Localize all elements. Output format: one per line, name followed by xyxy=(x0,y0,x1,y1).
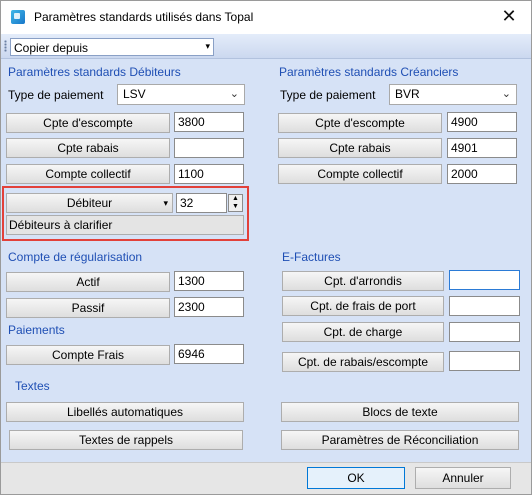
dialog-window: Paramètres standards utilisés dans Topal… xyxy=(0,0,532,495)
title-bar: Paramètres standards utilisés dans Topal… xyxy=(1,1,531,34)
close-icon[interactable]: ✕ xyxy=(492,3,526,31)
debtors-payment-type-value: LSV xyxy=(123,87,146,101)
creditors-collective-account-button[interactable]: Compte collectif xyxy=(278,164,442,184)
spin-up-icon[interactable]: ▲ xyxy=(229,195,242,203)
reconciliation-settings-button[interactable]: Paramètres de Réconciliation xyxy=(281,430,519,450)
creditors-section-title: Paramètres standards Créanciers xyxy=(279,65,459,79)
spin-arrows-icon[interactable]: ▲ ▼ xyxy=(228,194,243,212)
regularisation-liabilities-input[interactable]: 2300 xyxy=(174,297,244,317)
spin-down-icon[interactable]: ▼ xyxy=(229,203,242,211)
debtor-selector-button[interactable]: Débiteur ▾ xyxy=(6,193,173,213)
cancel-button[interactable]: Annuler xyxy=(415,467,511,489)
einvoices-charge-button[interactable]: Cpt. de charge xyxy=(282,322,444,342)
chevron-down-icon: ⌄ xyxy=(501,88,511,100)
creditors-collective-account-input[interactable]: 2000 xyxy=(447,164,517,184)
creditors-payment-type-value: BVR xyxy=(395,87,420,101)
einvoices-rebate-discount-input[interactable] xyxy=(449,351,520,371)
creditors-rebate-account-input[interactable]: 4901 xyxy=(447,138,517,158)
creditors-discount-account-button[interactable]: Cpte d'escompte xyxy=(278,113,442,133)
chevron-down-icon: ▾ xyxy=(205,41,210,51)
debtors-section-title: Paramètres standards Débiteurs xyxy=(8,65,181,79)
reminder-texts-button[interactable]: Textes de rappels xyxy=(9,430,243,450)
chevron-down-icon: ▾ xyxy=(163,198,168,208)
toolbar-grip-icon[interactable] xyxy=(4,40,7,52)
texts-section-title: Textes xyxy=(15,379,50,393)
debtor-number-input[interactable]: 32 xyxy=(176,193,227,213)
debtors-discount-account-button[interactable]: Cpte d'escompte xyxy=(6,113,170,133)
payments-section-title: Paiements xyxy=(8,323,65,337)
regularisation-liabilities-button[interactable]: Passif xyxy=(6,298,170,318)
regularisation-assets-input[interactable]: 1300 xyxy=(174,271,244,291)
creditors-payment-type-select[interactable]: BVR ⌄ xyxy=(389,84,517,105)
payments-fee-account-button[interactable]: Compte Frais xyxy=(6,345,170,365)
topal-app-icon xyxy=(11,10,25,24)
chevron-down-icon: ⌄ xyxy=(229,88,239,100)
einvoices-shipping-input[interactable] xyxy=(449,296,520,316)
debtors-payment-type-label: Type de paiement xyxy=(8,88,104,102)
creditors-discount-account-input[interactable]: 4900 xyxy=(447,112,517,132)
ok-button[interactable]: OK xyxy=(307,467,405,489)
einvoices-section-title: E-Factures xyxy=(282,250,341,264)
debtors-payment-type-select[interactable]: LSV ⌄ xyxy=(117,84,245,105)
text-blocks-button[interactable]: Blocs de texte xyxy=(281,402,519,422)
copy-from-label: Copier depuis xyxy=(14,41,89,55)
auto-labels-button[interactable]: Libellés automatiques xyxy=(6,402,244,422)
window-title: Paramètres standards utilisés dans Topal xyxy=(34,10,254,24)
payments-fee-account-input[interactable]: 6946 xyxy=(174,344,244,364)
debtors-rebate-account-input[interactable] xyxy=(174,138,244,158)
debtors-collective-account-button[interactable]: Compte collectif xyxy=(6,164,170,184)
debtors-rebate-account-button[interactable]: Cpte rabais xyxy=(6,138,170,158)
copy-from-dropdown[interactable]: Copier depuis ▾ xyxy=(10,38,214,56)
regularisation-assets-button[interactable]: Actif xyxy=(6,272,170,292)
debtor-selector-label: Débiteur xyxy=(66,196,113,210)
einvoices-rebate-discount-button[interactable]: Cpt. de rabais/escompte xyxy=(282,352,444,372)
einvoices-shipping-button[interactable]: Cpt. de frais de port xyxy=(282,296,444,316)
einvoices-charge-input[interactable] xyxy=(449,322,520,342)
creditors-payment-type-label: Type de paiement xyxy=(280,88,376,102)
debtor-description: Débiteurs à clarifier xyxy=(6,215,244,235)
creditors-rebate-account-button[interactable]: Cpte rabais xyxy=(278,138,442,158)
debtors-discount-account-input[interactable]: 3800 xyxy=(174,112,244,132)
einvoices-rounding-input[interactable] xyxy=(449,270,520,290)
einvoices-rounding-button[interactable]: Cpt. d'arrondis xyxy=(282,271,444,291)
debtors-collective-account-input[interactable]: 1100 xyxy=(174,164,244,184)
regularisation-section-title: Compte de régularisation xyxy=(8,250,143,264)
